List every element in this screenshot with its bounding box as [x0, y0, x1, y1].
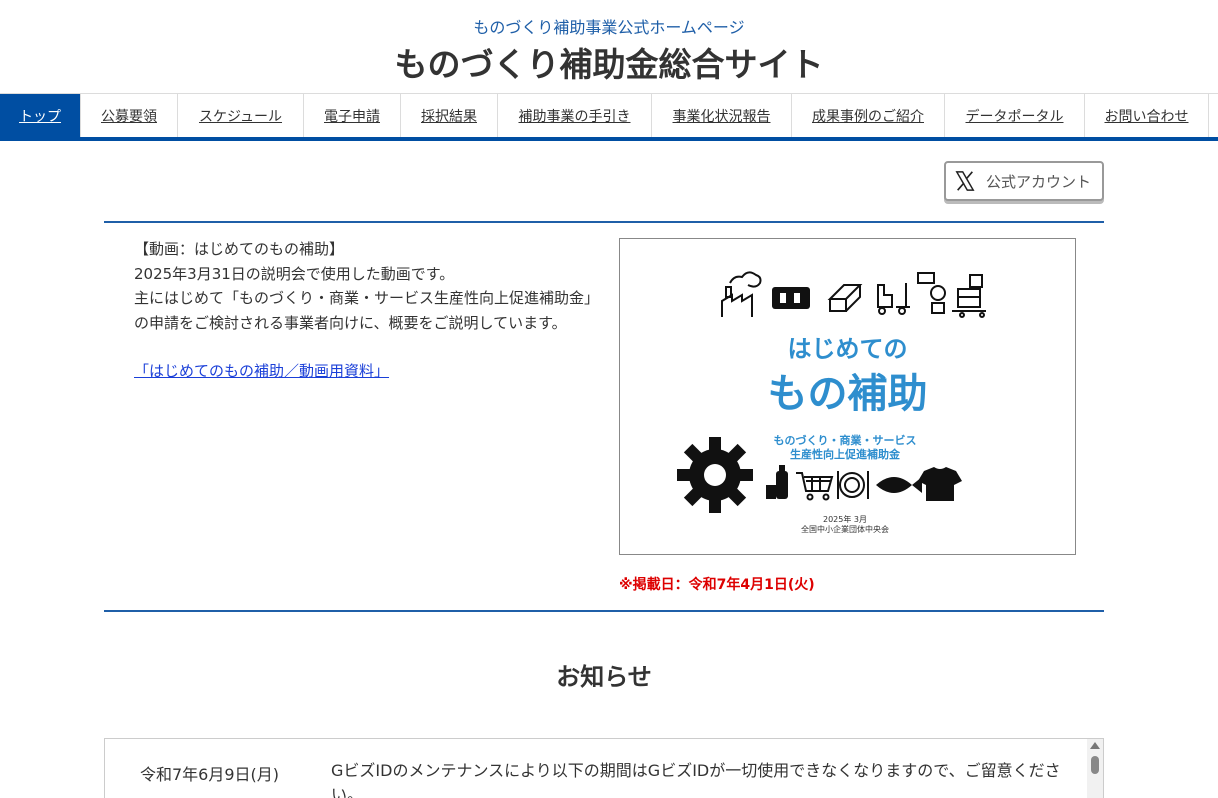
- news-item-date: 令和7年6月9日(月): [140, 765, 280, 784]
- news-list[interactable]: 令和7年6月9日(月) GビズIDのメンテナンスにより以下の期間はGビズIDが一…: [104, 738, 1104, 798]
- gear-icon: [677, 437, 753, 513]
- thumbnail-footer: 2025年 3月 全国中小企業団体中央会: [770, 515, 920, 535]
- x-account-label: 公式アカウント: [986, 172, 1092, 191]
- nav-item-results[interactable]: 採択結果: [401, 94, 498, 137]
- thumbnail-title-2: もの補助: [767, 371, 928, 417]
- site-header: ものづくり補助事業公式ホームページ ものづくり補助金総合サイト: [0, 0, 1218, 93]
- global-nav: トップ 公募要領 スケジュール 電子申請 採択結果 補助事業の手引き 事業化状況…: [0, 93, 1218, 141]
- news-section-title: お知らせ: [556, 663, 652, 691]
- nav-item-e-application[interactable]: 電子申請: [304, 94, 401, 137]
- thumbnail-date: 2025年 3月: [823, 515, 867, 524]
- posted-date: ※掲載日：令和7年4月1日(火): [619, 577, 815, 593]
- nav-item-schedule[interactable]: スケジュール: [178, 94, 304, 137]
- x-official-account-button[interactable]: 公式アカウント: [944, 161, 1104, 201]
- video-thumbnail[interactable]: はじめての もの補助 ものづくり・商業・サービス 生産性向上促進補助金 2025…: [619, 238, 1076, 555]
- nav-item-report[interactable]: 事業化状況報告: [652, 94, 792, 137]
- video-description-1: 2025年3月31日の説明会で使用した動画です。: [134, 264, 455, 283]
- thumbnail-subtitle-2: 生産性向上促進補助金: [790, 448, 900, 461]
- video-intro: 【動画：はじめてのもの補助】 2025年3月31日の説明会で使用した動画です。 …: [134, 237, 594, 384]
- nav-item-contact[interactable]: お問い合わせ: [1085, 94, 1209, 137]
- video-heading: 【動画：はじめてのもの補助】: [134, 240, 345, 258]
- thumbnail-title-1: はじめての: [787, 335, 908, 363]
- video-material-link[interactable]: 「はじめてのもの補助／動画用資料」: [134, 362, 389, 380]
- nav-item-cases[interactable]: 成果事例のご紹介: [792, 94, 945, 137]
- x-logo-icon: [955, 171, 975, 191]
- thumbnail-subtitle: ものづくり・商業・サービス 生産性向上促進補助金: [770, 434, 920, 462]
- section-divider-bottom: [104, 610, 1104, 612]
- news-item-text[interactable]: GビズIDのメンテナンスにより以下の期間はGビズIDが一切使用できなくなりますの…: [331, 759, 1061, 798]
- scroll-up-arrow-icon[interactable]: [1090, 742, 1100, 749]
- site-subtitle: ものづくり補助事業公式ホームページ: [473, 18, 745, 37]
- nav-item-data-portal[interactable]: データポータル: [945, 94, 1085, 137]
- video-description-2: 主にはじめて「ものづくり・商業・サービス生産性向上促進補助金」の申請をご検討され…: [134, 289, 592, 332]
- industry-icons: [721, 271, 986, 318]
- site-title[interactable]: ものづくり補助金総合サイト: [0, 38, 1218, 86]
- nav-item-guidelines[interactable]: 公募要領: [81, 94, 178, 137]
- product-icons: [766, 465, 962, 501]
- nav-item-top[interactable]: トップ: [0, 94, 81, 137]
- news-scrollbar[interactable]: [1087, 739, 1103, 798]
- thumbnail-org: 全国中小企業団体中央会: [801, 525, 889, 534]
- section-divider-top: [104, 221, 1104, 223]
- nav-item-guide[interactable]: 補助事業の手引き: [498, 94, 652, 137]
- thumbnail-subtitle-1: ものづくり・商業・サービス: [773, 434, 917, 447]
- scroll-thumb[interactable]: [1091, 756, 1099, 774]
